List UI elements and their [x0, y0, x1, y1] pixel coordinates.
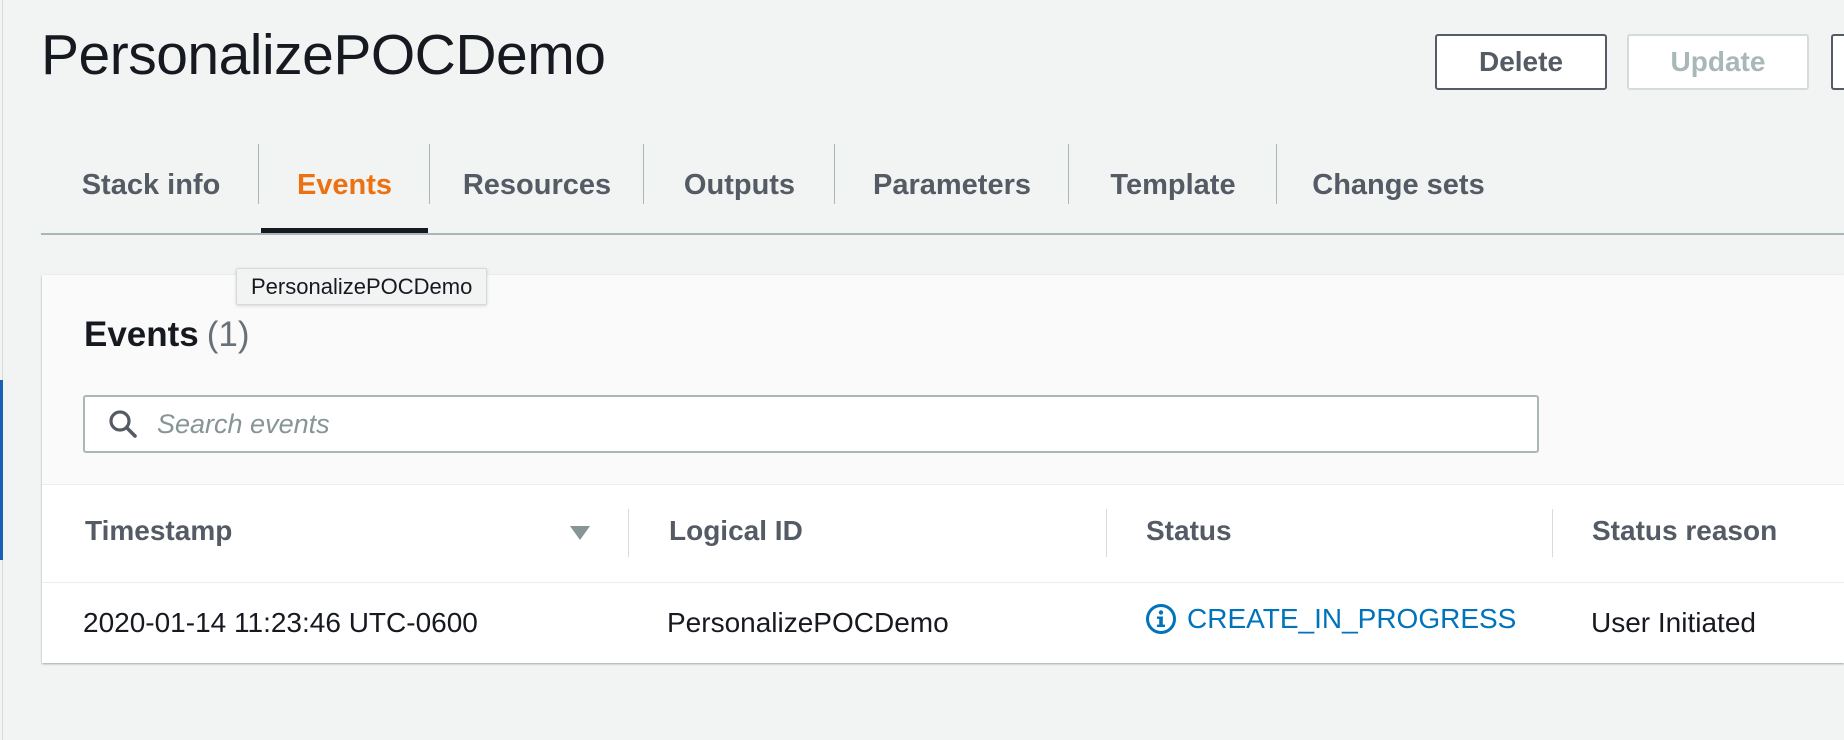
tab-events[interactable]: Events [261, 140, 428, 231]
column-header-status[interactable]: Status [1146, 515, 1232, 547]
events-count: (1) [206, 315, 250, 354]
events-heading: Events (1) [84, 315, 250, 355]
tab-resources[interactable]: Resources [430, 140, 644, 231]
column-divider[interactable] [1552, 509, 1553, 557]
column-header-logical-id[interactable]: Logical ID [669, 515, 803, 547]
active-tab-indicator [261, 228, 428, 233]
update-button[interactable]: Update [1627, 34, 1809, 90]
tab-separator [258, 144, 259, 204]
column-header-status-reason[interactable]: Status reason [1592, 515, 1777, 547]
caret-down-icon[interactable] [569, 525, 591, 546]
cell-status-reason: User Initiated [1591, 607, 1756, 638]
column-header-timestamp[interactable]: Timestamp [85, 515, 232, 547]
tab-stack-info[interactable]: Stack info [41, 140, 261, 231]
info-icon [1145, 603, 1177, 635]
left-divider [2, 0, 3, 740]
tab-template[interactable]: Template [1069, 140, 1277, 231]
search-box[interactable] [83, 395, 1539, 453]
cell-timestamp: 2020-01-14 11:23:46 UTC-0600 [83, 607, 478, 638]
status-text[interactable]: CREATE_IN_PROGRESS [1187, 603, 1516, 635]
stack-actions-button[interactable] [1831, 34, 1844, 90]
left-accent-bar [0, 380, 3, 560]
table-row-divider [42, 582, 1844, 583]
tab-change-sets[interactable]: Change sets [1277, 140, 1520, 231]
tab-parameters[interactable]: Parameters [835, 140, 1069, 231]
tab-bar: Stack info Events Resources Outputs Para… [41, 140, 1844, 235]
cell-status: CREATE_IN_PROGRESS [1145, 603, 1516, 635]
page-title: PersonalizePOCDemo [41, 23, 606, 87]
tooltip: PersonalizePOCDemo [236, 268, 488, 305]
events-panel-header [42, 275, 1844, 485]
tab-outputs[interactable]: Outputs [644, 140, 835, 231]
search-input[interactable] [155, 407, 1519, 441]
column-divider[interactable] [628, 509, 629, 557]
events-panel [42, 275, 1844, 663]
column-divider[interactable] [1106, 509, 1107, 557]
search-icon [107, 408, 139, 440]
events-title: Events [84, 315, 199, 354]
delete-button[interactable]: Delete [1435, 34, 1607, 90]
cell-logical-id: PersonalizePOCDemo [667, 607, 949, 638]
